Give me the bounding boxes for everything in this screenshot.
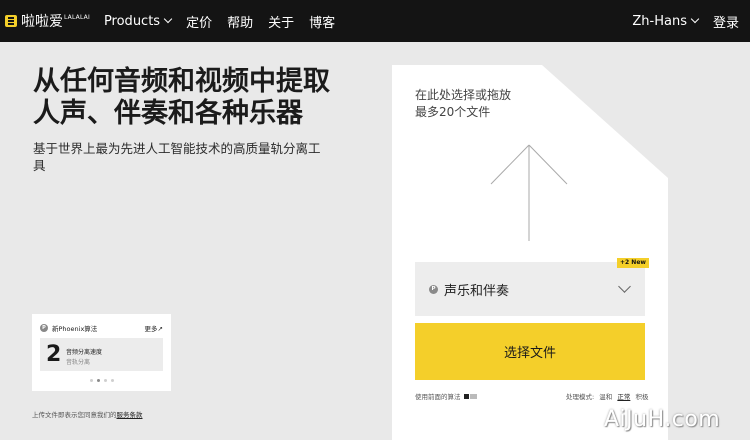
promo-feature-box: 2 音频分离速度 音轨分离 [40, 338, 163, 371]
login-link[interactable]: 登录 [713, 12, 739, 31]
dropzone-instructions: 在此处选择或拖放 最多20个文件 [415, 87, 511, 121]
promo-line-1: 音频分离速度 [66, 349, 103, 356]
separation-type-select[interactable]: P 声乐和伴奏 [415, 262, 645, 316]
nav-about[interactable]: 关于 [268, 12, 294, 31]
nav-help[interactable]: 帮助 [227, 12, 253, 31]
hero-title: 从任何音频和视频中提取人声、伴奏和各种乐器 [33, 66, 330, 129]
header-right: Zh-Hans 登录 [632, 0, 739, 42]
choose-file-button[interactable]: 选择文件 [415, 323, 645, 380]
promo-number: 2 [46, 342, 62, 367]
mode-normal[interactable]: 正常 [617, 393, 630, 401]
nav-blog[interactable]: 博客 [309, 12, 335, 31]
main-nav: Products 定价 帮助 关于 博客 [104, 12, 350, 31]
terms-notice: 上传文件即表示您同意我们的服务条款 [32, 409, 143, 419]
processing-mode: 处理模式: 温和 正常 积极 [566, 391, 648, 401]
dropzone-line-1: 在此处选择或拖放 [415, 88, 512, 102]
algorithm-note: 使用前面的算法 [415, 391, 477, 401]
brand-name: 啦啦爱 [21, 14, 63, 30]
carousel-dots [32, 379, 171, 382]
chevron-down-icon [690, 14, 700, 24]
nav-products[interactable]: Products [103, 13, 173, 29]
phoenix-badge-icon: P [40, 324, 48, 332]
terms-link[interactable]: 服务条款 [117, 411, 143, 419]
carousel-dot[interactable] [103, 379, 107, 382]
chevron-down-icon [618, 280, 631, 293]
algorithm-toggle-track-icon [469, 393, 477, 399]
brand-superscript: LALALAI [64, 13, 90, 21]
logo-icon [5, 15, 17, 27]
carousel-dot[interactable] [96, 379, 100, 382]
upload-dropzone[interactable]: 在此处选择或拖放 最多20个文件 [392, 65, 668, 440]
dropzone-line-2: 最多20个文件 [415, 105, 491, 119]
algorithm-note-text: 使用前面的算法 [415, 393, 461, 401]
language-selector[interactable]: Zh-Hans [632, 13, 700, 29]
promo-card-title: 新Phoenix算法 [52, 325, 98, 333]
nav-pricing[interactable]: 定价 [186, 12, 212, 31]
carousel-dot[interactable] [89, 379, 93, 382]
carousel-dot[interactable] [110, 379, 114, 382]
watermark: AiJuH.com [604, 407, 721, 432]
chevron-down-icon [163, 14, 173, 24]
separation-type-label: 声乐和伴奏 [444, 283, 510, 299]
algorithm-toggle-icon[interactable] [463, 393, 469, 399]
promo-card[interactable]: P 新Phoenix算法 更多↗ 2 音频分离速度 音轨分离 [32, 314, 171, 391]
new-badge: +2 New [617, 258, 649, 268]
promo-line-2: 音轨分离 [66, 359, 91, 366]
language-label: Zh-Hans [632, 13, 687, 29]
terms-text: 上传文件即表示您同意我们的 [32, 411, 117, 419]
top-navigation-bar: 啦啦爱 LALALAI Products 定价 帮助 关于 博客 Zh-Hans… [0, 0, 750, 42]
promo-more-link[interactable]: 更多↗ [145, 323, 163, 333]
phoenix-badge-icon: P [429, 284, 438, 294]
mode-gentle[interactable]: 温和 [599, 393, 612, 401]
promo-card-header: P 新Phoenix算法 [40, 323, 97, 333]
nav-products-label: Products [103, 13, 161, 29]
mode-aggressive[interactable]: 积极 [635, 393, 648, 401]
dropzone-background [392, 65, 668, 440]
processing-mode-label: 处理模式: [566, 393, 595, 401]
brand-logo[interactable]: 啦啦爱 LALALAI [5, 11, 90, 31]
hero-subtitle: 基于世界上最为先进人工智能技术的高质量轨分离工具 [33, 141, 321, 173]
